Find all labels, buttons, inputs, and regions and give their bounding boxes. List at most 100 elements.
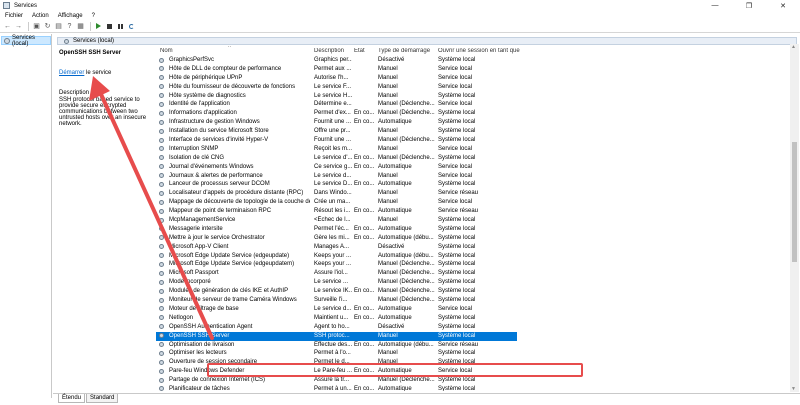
- service-name-cell: McpManagementService: [169, 217, 236, 224]
- restart-service-button[interactable]: [127, 22, 136, 31]
- stop-icon: [107, 23, 112, 29]
- service-description-cell: Crée un ma...: [314, 199, 351, 206]
- service-description-cell: Agent to ho...: [314, 323, 350, 330]
- service-row[interactable]: Isolation de clé CNG Le service d'... En c…: [156, 154, 790, 163]
- service-description-cell: Permet à l'o...: [314, 350, 351, 357]
- console-tree-icon[interactable]: ▣: [32, 22, 41, 31]
- maximize-button[interactable]: ❐: [732, 0, 766, 11]
- properties-icon[interactable]: ▦: [76, 22, 85, 31]
- service-description-cell: Ce service g...: [314, 163, 352, 170]
- service-row[interactable]: Mappage de découverte de topologie de la…: [156, 198, 790, 207]
- service-name-cell: Partage de connexion Internet (ICS): [169, 377, 266, 384]
- service-row[interactable]: Partage de connexion Internet (ICS) Assur…: [156, 376, 790, 385]
- service-logon-cell: Système local: [438, 261, 476, 268]
- tab-standard[interactable]: Standard: [86, 394, 119, 403]
- minimize-button[interactable]: —: [698, 0, 732, 11]
- service-row[interactable]: Microsoft Edge Update Service (edgeupdat…: [156, 252, 790, 261]
- pause-service-button[interactable]: [116, 22, 125, 31]
- service-row[interactable]: Microsoft Passport Assure l'iol... Manuel …: [156, 269, 790, 278]
- service-state-cell: En co...: [354, 119, 375, 126]
- scroll-up-icon[interactable]: ▲: [791, 44, 796, 50]
- start-service-link[interactable]: Démarrer: [59, 70, 84, 76]
- column-header-logon-as[interactable]: Ouvrir une session en tant que: [438, 48, 538, 54]
- service-row[interactable]: Hôte du fournisseur de découverte de fon…: [156, 83, 790, 92]
- service-row[interactable]: Interruption SNMP Reçoit les m... Manuel Se…: [156, 145, 790, 154]
- service-row[interactable]: Identité de l'application Détermine e... M…: [156, 100, 790, 109]
- service-description-cell: Surveille l'i...: [314, 297, 348, 304]
- service-name-cell: Microsoft App-V Client: [169, 243, 229, 250]
- service-description-cell: Permet aux ...: [314, 65, 352, 72]
- service-logon-cell: Service local: [438, 74, 473, 81]
- tab-etendu[interactable]: Étendu: [58, 394, 86, 403]
- service-row-selected[interactable]: OpenSSH SSH Server SSH protoc... Manuel Sys…: [156, 331, 790, 341]
- service-row[interactable]: McpManagementService <Échec de l... Manuel…: [156, 216, 790, 225]
- service-description-cell: Permet d'ex...: [314, 110, 351, 117]
- tree-item-services-local[interactable]: Services (local): [1, 35, 51, 47]
- services-pane: Services (local) OpenSSH SSH Server Déma…: [53, 34, 800, 398]
- scroll-thumb[interactable]: [792, 142, 797, 262]
- start-service-button[interactable]: [94, 22, 103, 31]
- service-row[interactable]: Optimiser les lecteurs Permet à l'o... Man…: [156, 349, 790, 358]
- menu-affichage[interactable]: Affichage: [58, 13, 83, 19]
- service-row[interactable]: Infrastructure de gestion Windows Fournit…: [156, 118, 790, 127]
- export-list-icon[interactable]: ▤: [54, 22, 63, 31]
- services-app-icon: [3, 2, 10, 9]
- service-row[interactable]: Microsoft Edge Update Service (edgeupdat…: [156, 260, 790, 269]
- service-name-cell: OpenSSH Authentication Agent: [169, 323, 253, 330]
- service-row[interactable]: Planificateur de tâches Permet à un... En …: [156, 385, 790, 391]
- service-state-cell: En co...: [354, 110, 375, 117]
- service-row[interactable]: Journaux & alertes de performance Le serv…: [156, 172, 790, 181]
- service-row[interactable]: Moteur de filtrage de base Le service d..…: [156, 305, 790, 314]
- window-controls: — ❐ ✕: [698, 0, 800, 11]
- service-row[interactable]: Moniteur de serveur de trame Caméra Wind…: [156, 296, 790, 305]
- service-description-cell: SSH protoc...: [314, 332, 350, 339]
- service-row[interactable]: Optimisation de livraison Effectue des...…: [156, 341, 790, 350]
- service-row[interactable]: Mettre à jour le service Orchestrator Gèr…: [156, 234, 790, 243]
- column-header-description[interactable]: Description: [314, 48, 352, 54]
- service-row[interactable]: Modules de génération de clés IKE et Aut…: [156, 287, 790, 296]
- column-header-name[interactable]: Nom: [160, 48, 310, 54]
- service-startup-type-cell: Désactivé: [378, 323, 405, 330]
- service-row[interactable]: OpenSSH Authentication Agent Agent to ho.…: [156, 323, 790, 332]
- service-row[interactable]: Informations d'application Permet d'ex...…: [156, 109, 790, 118]
- service-logon-cell: Service local: [438, 65, 473, 72]
- service-row[interactable]: Mode incorporé Le service ... Manuel (Décl…: [156, 278, 790, 287]
- service-logon-cell: Service local: [438, 145, 473, 152]
- highlight-annotation-box: [207, 363, 583, 377]
- menu-fichier[interactable]: Fichier: [5, 13, 23, 19]
- service-name-cell: Hôte de DLL de compteur de performance: [169, 65, 282, 72]
- service-row[interactable]: Mappeur de point de terminaison RPC Résou…: [156, 207, 790, 216]
- service-logon-cell: Service réseau: [438, 341, 479, 348]
- service-name-cell: Optimisation de livraison: [169, 341, 235, 348]
- service-row[interactable]: Lanceur de processus serveur DCOM Le serv…: [156, 180, 790, 189]
- service-row[interactable]: Hôte de DLL de compteur de performance Pe…: [156, 65, 790, 74]
- service-startup-type-cell: Manuel (Déclenche...: [378, 297, 435, 304]
- forward-arrow-icon[interactable]: →: [14, 22, 23, 31]
- service-logon-cell: Système local: [438, 128, 476, 135]
- service-row[interactable]: Netlogon Maintient u... En co... Automatiqu…: [156, 314, 790, 323]
- service-row[interactable]: Localisateur d'appels de procédure dista…: [156, 189, 790, 198]
- service-row[interactable]: Installation du service Microsoft Store O…: [156, 127, 790, 136]
- menu-help[interactable]: ?: [92, 13, 95, 19]
- service-row[interactable]: GraphicsPerfSvc Graphics per... Désactivé S…: [156, 56, 790, 65]
- service-row[interactable]: Microsoft App-V Client Manages A... Désact…: [156, 243, 790, 252]
- help-icon[interactable]: ?: [65, 22, 74, 31]
- vertical-scrollbar[interactable]: ▲ ▼: [790, 44, 799, 392]
- service-detail: OpenSSH SSH Server Démarrer le service D…: [59, 48, 154, 388]
- close-button[interactable]: ✕: [766, 0, 800, 11]
- service-row[interactable]: Messagerie intersite Permet l'éc... En co.…: [156, 225, 790, 234]
- menu-action[interactable]: Action: [32, 13, 49, 19]
- service-row[interactable]: Interface de services d'invité Hyper-V Fo…: [156, 136, 790, 145]
- service-description-cell: Le service IK...: [314, 288, 352, 295]
- service-row[interactable]: Journal d'événements Windows Ce service g…: [156, 163, 790, 172]
- column-header-startup-type[interactable]: Type de démarrage: [378, 48, 436, 54]
- service-row[interactable]: Hôte de périphérique UPnP Autorise l'h...…: [156, 74, 790, 83]
- service-name-cell: Mode incorporé: [169, 279, 211, 286]
- column-header-state[interactable]: État: [354, 48, 376, 54]
- stop-service-button[interactable]: [105, 22, 114, 31]
- services-list: ^ Nom Description État Type de démarrage…: [156, 46, 790, 391]
- scroll-down-icon[interactable]: ▼: [791, 386, 796, 392]
- service-row[interactable]: Hôte système de diagnostics Le service H.…: [156, 92, 790, 101]
- back-arrow-icon[interactable]: ←: [3, 22, 12, 31]
- refresh-icon[interactable]: ↻: [43, 22, 52, 31]
